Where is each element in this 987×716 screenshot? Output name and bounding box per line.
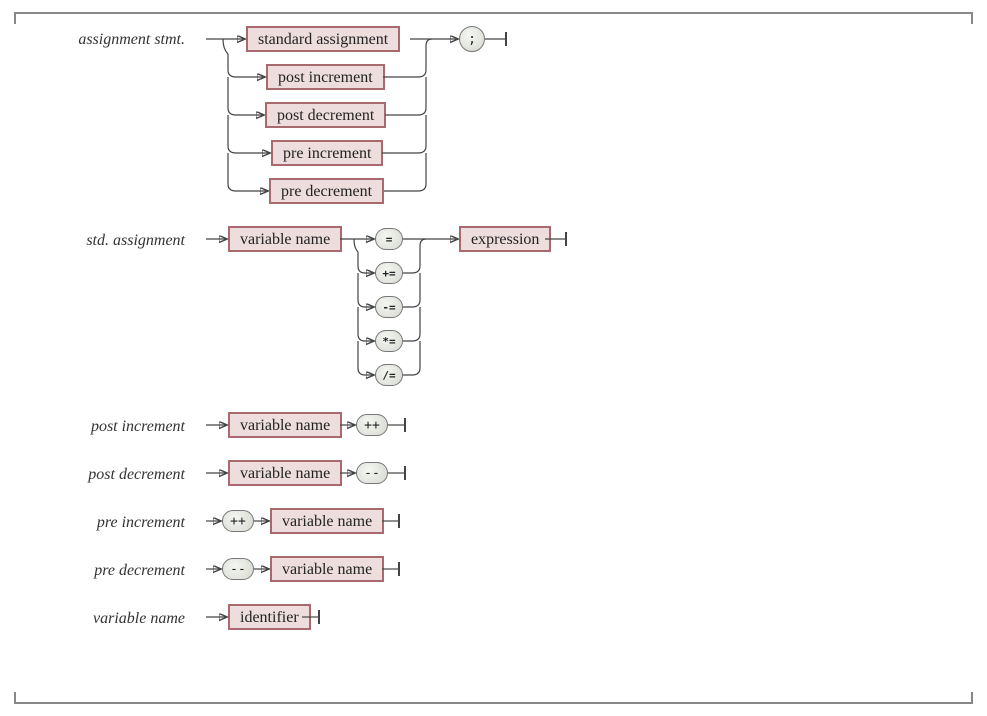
nonterminal-variable-name-preinc: variable name <box>270 508 384 534</box>
rule-label-assignment-stmt: assignment stmt. <box>20 31 185 49</box>
nonterminal-variable-name-postinc: variable name <box>228 412 342 438</box>
nonterminal-variable-name-std: variable name <box>228 226 342 252</box>
nonterminal-expression: expression <box>459 226 551 252</box>
terminal-slasheq: /= <box>375 364 403 386</box>
nonterminal-standard-assignment: standard assignment <box>246 26 400 52</box>
rule-label-pre-increment: pre increment <box>20 514 185 532</box>
rule-label-variable-name: variable name <box>20 610 185 628</box>
terminal-minusminus-pre: -- <box>222 558 254 580</box>
end-bar <box>404 418 406 432</box>
terminal-stareq: *= <box>375 330 403 352</box>
end-bar <box>565 232 567 246</box>
end-bar <box>398 562 400 576</box>
rule-label-pre-decrement: pre decrement <box>20 562 185 580</box>
nonterminal-variable-name-predec: variable name <box>270 556 384 582</box>
nonterminal-variable-name-postdec: variable name <box>228 460 342 486</box>
terminal-plusplus-pre: ++ <box>222 510 254 532</box>
nonterminal-post-decrement-alt: post decrement <box>265 102 386 128</box>
nonterminal-pre-increment-alt: pre increment <box>271 140 383 166</box>
nonterminal-pre-decrement-alt: pre decrement <box>269 178 384 204</box>
frame-bottom <box>14 702 973 704</box>
rule-label-post-decrement: post decrement <box>20 466 185 484</box>
end-bar <box>404 466 406 480</box>
terminal-plusplus-post: ++ <box>356 414 388 436</box>
rule-label-std-assignment: std. assignment <box>20 232 185 250</box>
terminal-semicolon: ; <box>459 26 485 52</box>
terminal-minuseq: -= <box>375 296 403 318</box>
terminal-pluseq: += <box>375 262 403 284</box>
nonterminal-post-increment-alt: post increment <box>266 64 385 90</box>
end-bar <box>318 610 320 624</box>
rule-label-post-increment: post increment <box>20 418 185 436</box>
nonterminal-identifier: identifier <box>228 604 311 630</box>
frame-top <box>14 12 973 14</box>
railroad-diagram: assignment stmt. standard assignment pos… <box>0 0 987 716</box>
end-bar <box>505 32 507 46</box>
end-bar <box>398 514 400 528</box>
terminal-eq: = <box>375 228 403 250</box>
terminal-minusminus-post: -- <box>356 462 388 484</box>
